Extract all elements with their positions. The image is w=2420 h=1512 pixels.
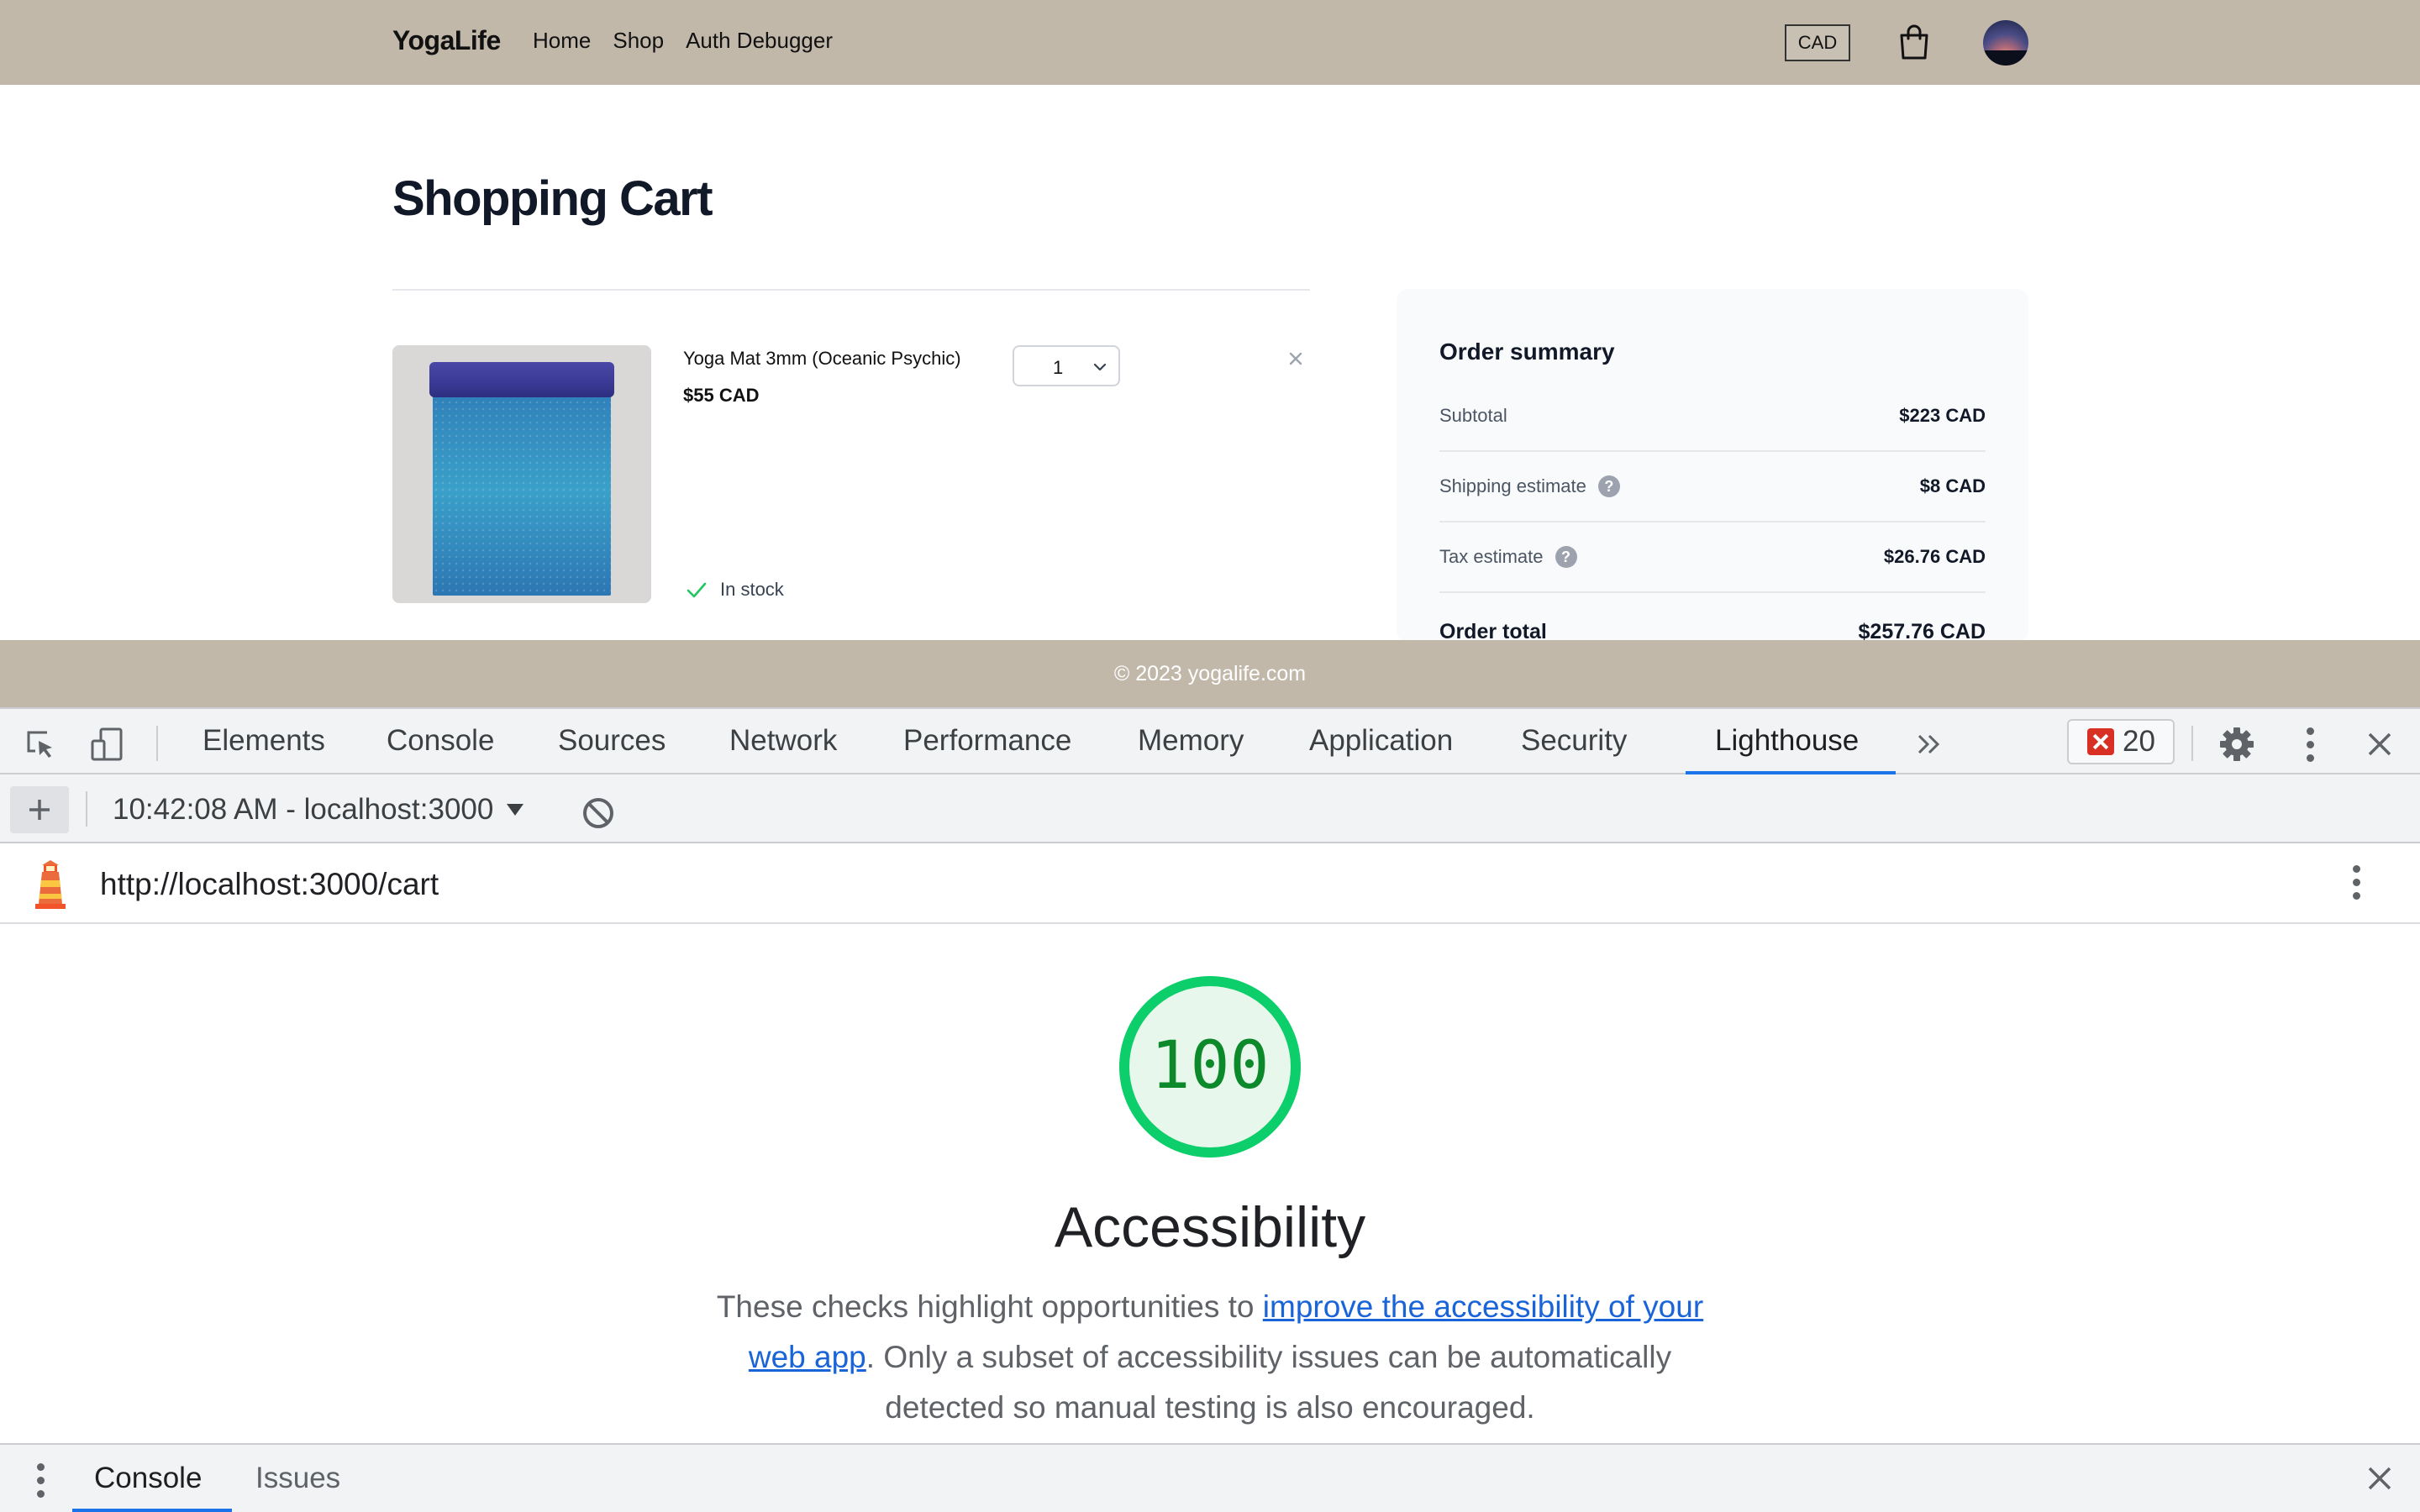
description-suffix: . Only a subset of accessibility issues …	[865, 1340, 1672, 1425]
product-image[interactable]	[392, 345, 651, 603]
currency-selector[interactable]: CAD	[1785, 24, 1850, 61]
shopping-bag-icon[interactable]	[1897, 24, 1931, 60]
yoga-mat-roll-image	[429, 362, 614, 397]
tab-elements[interactable]: Elements	[203, 724, 325, 758]
report-menu-icon[interactable]	[2353, 865, 2361, 906]
tax-label: Tax estimate	[1439, 546, 1544, 567]
site-footer: © 2023 yogalife.com	[0, 640, 2420, 707]
stock-label: In stock	[720, 579, 784, 600]
question-mark-icon[interactable]: ?	[1597, 475, 1620, 497]
subtotal-row: Subtotal $223 CAD	[1439, 381, 1986, 452]
tax-row: Tax estimate ? $26.76 CAD	[1439, 522, 1986, 593]
brand-logo[interactable]: YogaLife	[392, 25, 501, 56]
tab-console[interactable]: Console	[387, 724, 494, 758]
user-avatar[interactable]	[1983, 20, 2028, 66]
drawer-tab-issues[interactable]: Issues	[255, 1462, 340, 1495]
devtools-tab-bar: Elements Console Sources Network Perform…	[0, 707, 2420, 775]
close-drawer-icon[interactable]	[2363, 1462, 2396, 1495]
console-drawer: Console Issues	[0, 1443, 2420, 1512]
tax-value: $26.76 CAD	[1883, 546, 1986, 567]
tab-sources[interactable]: Sources	[558, 724, 666, 758]
tab-network[interactable]: Network	[729, 724, 837, 758]
score-value: 100	[1150, 1028, 1270, 1104]
report-url: http://localhost:3000/cart	[100, 867, 439, 901]
description-prefix: These checks highlight opportunities to	[716, 1289, 1263, 1324]
yoga-mat-image	[433, 386, 611, 596]
toolbar-separator	[2191, 726, 2193, 761]
clear-reports-icon[interactable]	[580, 795, 617, 832]
nav-auth-debugger[interactable]: Auth Debugger	[686, 28, 833, 54]
question-mark-icon[interactable]: ?	[1555, 546, 1577, 568]
tab-memory[interactable]: Memory	[1138, 724, 1244, 758]
new-report-button[interactable]	[10, 786, 69, 833]
page-title: Shopping Cart	[392, 171, 713, 226]
close-icon[interactable]	[2363, 727, 2396, 761]
category-title: Accessibility	[1054, 1195, 1366, 1259]
site-header: YogaLife Home Shop Auth Debugger CAD	[0, 0, 2420, 85]
error-count-badge[interactable]: 20	[2067, 719, 2175, 764]
report-selector[interactable]: 10:42:08 AM - localhost:3000	[113, 793, 524, 827]
plus-icon	[29, 800, 50, 820]
lighthouse-toolbar: 10:42:08 AM - localhost:3000	[0, 774, 2420, 843]
error-icon	[2087, 728, 2114, 755]
shipping-label: Shipping estimate	[1439, 475, 1586, 496]
category-description: These checks highlight opportunities to …	[706, 1282, 1714, 1433]
drawer-menu-icon[interactable]	[37, 1463, 45, 1504]
product-name[interactable]: Yoga Mat 3mm (Oceanic Psychic)	[683, 348, 961, 370]
nav-home[interactable]: Home	[533, 28, 591, 54]
report-label: 10:42:08 AM - localhost:3000	[113, 793, 494, 826]
lighthouse-icon	[35, 860, 66, 909]
drawer-tab-console[interactable]: Console	[94, 1462, 202, 1495]
error-count: 20	[2123, 725, 2155, 758]
inspect-element-icon[interactable]	[22, 726, 59, 763]
toolbar-separator	[86, 791, 87, 827]
quantity-select[interactable]: 1	[1013, 345, 1120, 386]
devtools-menu-icon[interactable]	[2307, 727, 2315, 768]
more-tabs-icon[interactable]	[1912, 727, 1946, 761]
report-url-bar: http://localhost:3000/cart	[0, 843, 2420, 924]
tab-performance[interactable]: Performance	[903, 724, 1071, 758]
order-summary: Order summary Subtotal $223 CAD Shipping…	[1397, 289, 2028, 643]
tab-security[interactable]: Security	[1521, 724, 1627, 758]
check-icon	[687, 582, 707, 598]
subtotal-label: Subtotal	[1439, 405, 1507, 426]
tab-lighthouse[interactable]: Lighthouse	[1715, 724, 1859, 758]
divider	[392, 289, 1310, 291]
stock-status: In stock	[685, 578, 784, 601]
tab-application[interactable]: Application	[1309, 724, 1453, 758]
dropdown-triangle-icon	[507, 804, 524, 816]
shipping-value: $8 CAD	[1919, 475, 1986, 496]
shipping-row: Shipping estimate ? $8 CAD	[1439, 452, 1986, 522]
nav-shop[interactable]: Shop	[613, 28, 664, 54]
gear-icon[interactable]	[2218, 726, 2255, 763]
toolbar-separator	[156, 726, 158, 761]
product-price: $55 CAD	[683, 385, 760, 406]
subtotal-value: $223 CAD	[1899, 405, 1986, 426]
devtools-panel: Elements Console Sources Network Perform…	[0, 707, 2420, 1512]
chevron-down-icon	[1093, 363, 1107, 371]
device-toolbar-icon[interactable]	[89, 726, 126, 763]
active-drawer-tab-indicator	[72, 1509, 232, 1512]
remove-item-icon[interactable]	[1285, 348, 1307, 370]
order-summary-title: Order summary	[1439, 339, 1615, 365]
quantity-value: 1	[1053, 357, 1064, 378]
main-nav: Home Shop Auth Debugger	[533, 28, 833, 54]
copyright-text: © 2023 yogalife.com	[1113, 661, 1307, 685]
